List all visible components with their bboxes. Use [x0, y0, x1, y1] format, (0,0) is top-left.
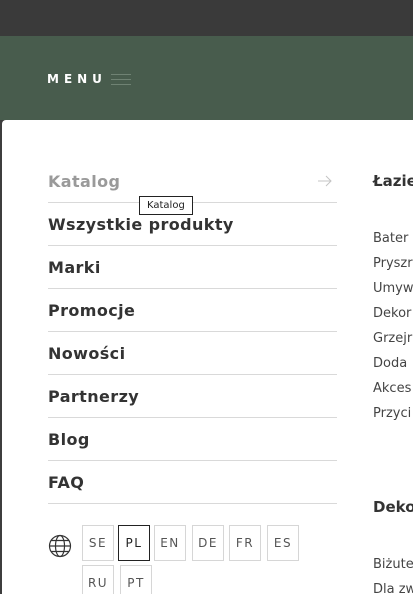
nav-item-blog[interactable]: Blog	[48, 418, 337, 461]
nav-item-label: Wszystkie produkty	[48, 214, 234, 234]
category-link[interactable]: Przyci	[373, 401, 413, 426]
nav-item-partners[interactable]: Partnerzy	[48, 375, 337, 418]
nav-item-label: Partnerzy	[48, 386, 140, 406]
category-title[interactable]: Łazie	[373, 172, 413, 190]
lang-button-se[interactable]: SE	[82, 525, 114, 561]
nav-item-promotions[interactable]: Promocje	[48, 289, 337, 332]
category-link[interactable]: Dla zw	[373, 577, 413, 594]
category-link[interactable]: Umyw	[373, 276, 413, 301]
arrow-right-icon	[318, 175, 332, 187]
nav-item-label: Marki	[48, 257, 101, 277]
category-link[interactable]: Akces	[373, 376, 413, 401]
category-link[interactable]: Pryszr	[373, 251, 413, 276]
lang-button-fr[interactable]: FR	[229, 525, 261, 561]
category-link[interactable]: Doda	[373, 351, 413, 376]
category-title[interactable]: Deko	[373, 498, 413, 516]
lang-button-es[interactable]: ES	[267, 525, 299, 561]
category-link[interactable]: Bater	[373, 226, 413, 251]
category-link[interactable]: Biżute	[373, 552, 413, 577]
category-link[interactable]: Dekor	[373, 301, 413, 326]
category-column-decor: Deko Biżute Dla zw	[373, 498, 413, 594]
nav-item-label: Nowości	[48, 343, 126, 363]
nav-item-faq[interactable]: FAQ	[48, 461, 337, 504]
hamburger-icon	[110, 72, 131, 86]
nav-item-new[interactable]: Nowości	[48, 332, 337, 375]
lang-button-pt[interactable]: PT	[120, 565, 152, 594]
lang-button-ru[interactable]: RU	[82, 565, 114, 594]
nav-item-label: Blog	[48, 429, 90, 449]
lang-button-pl[interactable]: PL	[118, 525, 150, 561]
globe-icon	[48, 534, 72, 558]
lang-button-en[interactable]: EN	[154, 525, 186, 561]
top-bar	[0, 0, 413, 36]
category-column-bathroom: Łazie Bater Pryszr Umyw Dekor Grzejr Dod…	[373, 172, 413, 426]
menu-label: MENU	[47, 72, 107, 86]
nav-item-label: Promocje	[48, 300, 136, 320]
category-link[interactable]: Grzejr	[373, 326, 413, 351]
tooltip: Katalog	[139, 196, 193, 215]
nav-item-label: Katalog	[48, 171, 121, 191]
menu-button[interactable]: MENU	[47, 72, 131, 86]
nav-item-label: FAQ	[48, 472, 85, 492]
nav-item-brands[interactable]: Marki	[48, 246, 337, 289]
lang-button-de[interactable]: DE	[192, 525, 224, 561]
